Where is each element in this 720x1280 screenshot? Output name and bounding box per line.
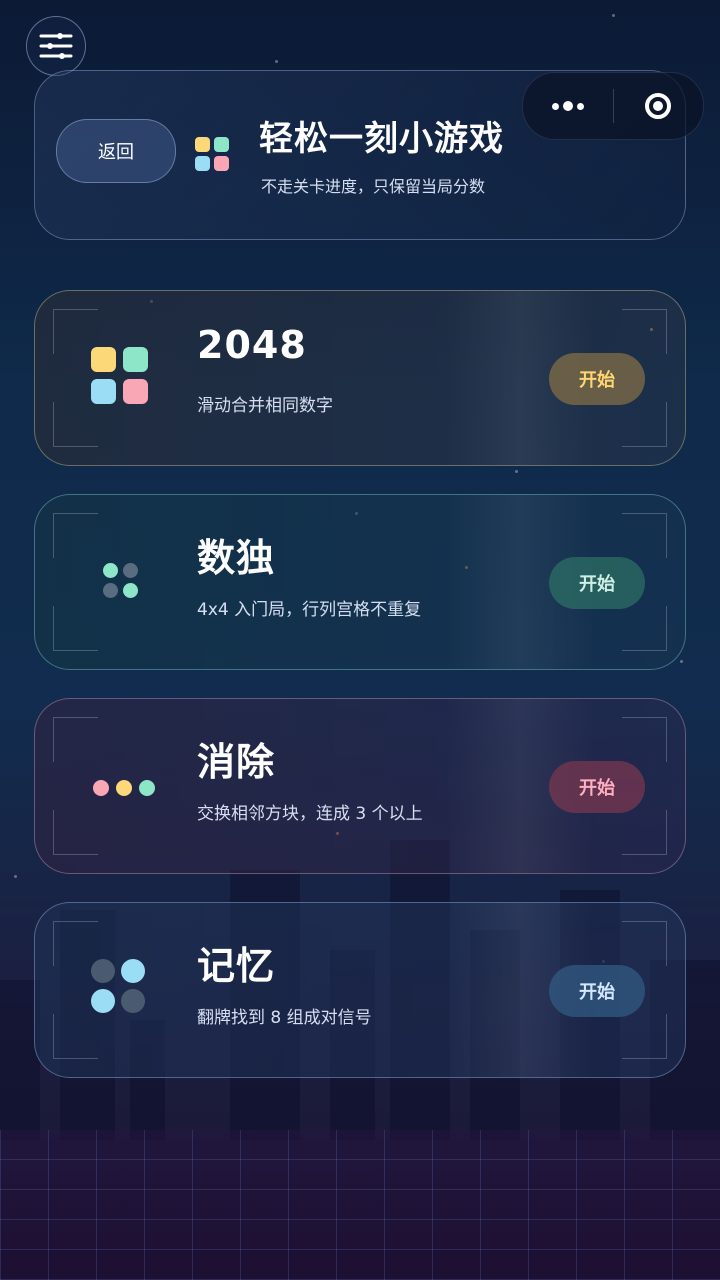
grid-icon — [195, 137, 229, 171]
game-card-sudoku[interactable]: 数独 4x4 入门局，行列宫格不重复 开始 — [34, 494, 686, 670]
start-button-match[interactable]: 开始 — [549, 761, 645, 813]
menu-button[interactable] — [26, 16, 86, 76]
three-dots-icon — [93, 780, 155, 796]
start-button-sudoku[interactable]: 开始 — [549, 557, 645, 609]
game-card-match[interactable]: 消除 交换相邻方块，连成 3 个以上 开始 — [34, 698, 686, 874]
more-dots-icon — [551, 101, 584, 111]
neon-floor-grid — [0, 1130, 720, 1280]
mini-program-capsule — [522, 72, 704, 140]
more-button[interactable] — [523, 73, 613, 139]
tiles-grid-icon — [91, 347, 148, 404]
game-title: 消除 — [197, 740, 276, 784]
sliders-menu-icon — [39, 33, 73, 59]
game-description: 翻牌找到 8 组成对信号 — [197, 1008, 372, 1028]
game-description: 交换相邻方块，连成 3 个以上 — [197, 804, 423, 824]
game-title: 记忆 — [197, 944, 276, 988]
page-subtitle: 不走关卡进度，只保留当局分数 — [261, 177, 486, 196]
back-button[interactable]: 返回 — [56, 119, 176, 183]
game-description: 4x4 入门局，行列宫格不重复 — [197, 600, 422, 620]
start-button-memory[interactable]: 开始 — [549, 965, 645, 1017]
start-button-2048[interactable]: 开始 — [549, 353, 645, 405]
game-title: 2048 — [197, 323, 307, 367]
game-card-memory[interactable]: 记忆 翻牌找到 8 组成对信号 开始 — [34, 902, 686, 1078]
page-title: 轻松一刻小游戏 — [259, 119, 504, 159]
dots-grid-icon — [103, 563, 138, 598]
target-icon — [645, 93, 672, 119]
game-description: 滑动合并相同数字 — [197, 396, 333, 416]
close-button[interactable] — [614, 73, 704, 139]
game-card-2048[interactable]: 2048 滑动合并相同数字 开始 — [34, 290, 686, 466]
memory-cards-icon — [91, 959, 145, 1013]
game-title: 数独 — [197, 536, 276, 580]
